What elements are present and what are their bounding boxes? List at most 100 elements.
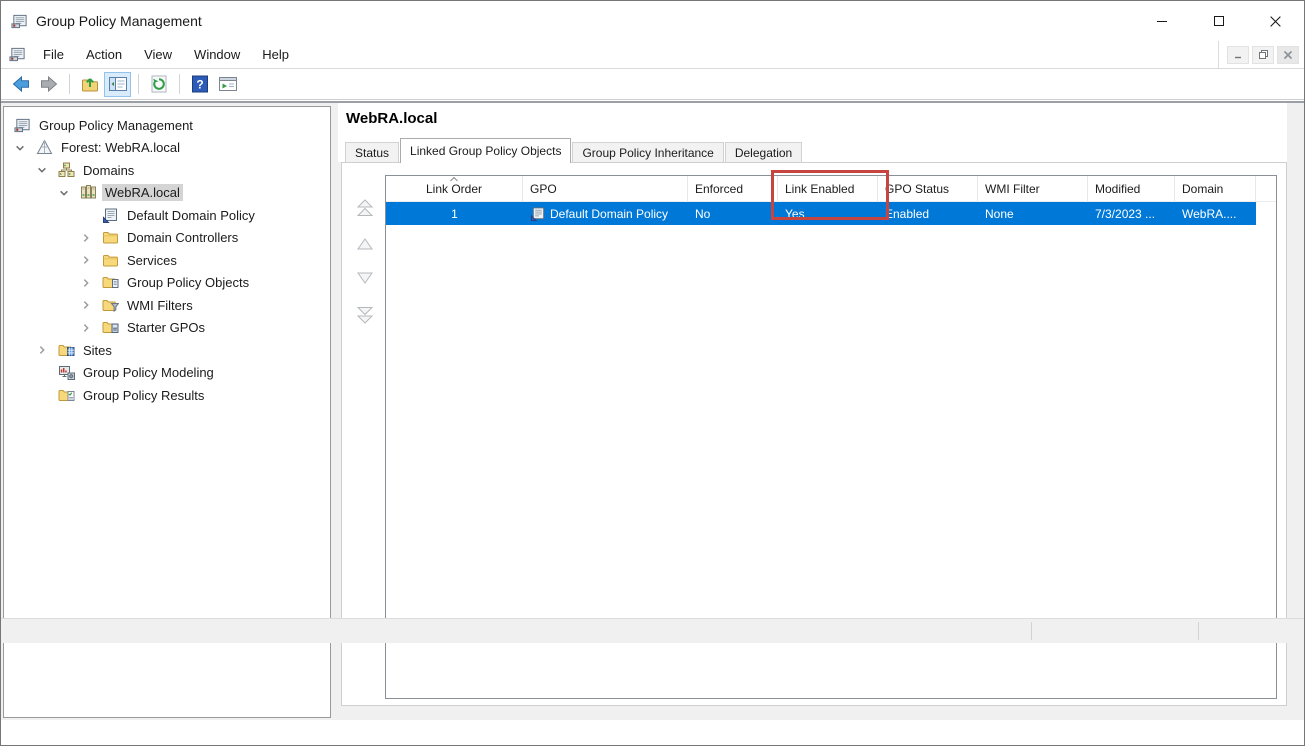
gpmc-icon <box>11 13 28 30</box>
move-up-button[interactable] <box>351 232 379 256</box>
tree-item-domains[interactable]: Domains <box>4 159 330 182</box>
chevron-expanded-icon[interactable] <box>58 187 80 199</box>
tab-group-policy-inheritance[interactable]: Group Policy Inheritance <box>572 142 723 162</box>
toolbar-separator <box>179 74 180 94</box>
move-up-icon <box>354 237 376 251</box>
child-window-controls <box>1218 41 1304 68</box>
tree-item-group-policy-modeling[interactable]: Group Policy Modeling <box>4 362 330 385</box>
column-header-modified[interactable]: Modified <box>1088 176 1175 201</box>
move-to-top-icon <box>354 199 376 219</box>
tab-label: Delegation <box>735 146 792 160</box>
tree-item-group-policy-management[interactable]: Group Policy Management <box>4 114 330 137</box>
tree-item-default-domain-policy[interactable]: Default Domain Policy <box>4 204 330 227</box>
folder-filter-icon <box>102 297 119 314</box>
move-down-button[interactable] <box>351 266 379 290</box>
gpmc-icon <box>14 117 31 134</box>
statusbar-divider <box>1031 622 1032 640</box>
column-header-enforced[interactable]: Enforced <box>688 176 778 201</box>
chevron-collapsed-icon[interactable] <box>80 299 102 311</box>
tree-item-label: Starter GPOs <box>124 319 208 336</box>
refresh-icon <box>149 74 169 94</box>
column-header-label: GPO <box>530 182 557 196</box>
tree-item-sites[interactable]: Sites <box>4 339 330 362</box>
tab-linked-group-policy-objects[interactable]: Linked Group Policy Objects <box>400 138 571 163</box>
chevron-collapsed-icon[interactable] <box>80 277 102 289</box>
menu-window[interactable]: Window <box>183 42 251 67</box>
tree-item-group-policy-results[interactable]: Group Policy Results <box>4 384 330 407</box>
gpo-icon <box>102 207 119 224</box>
tab-label: Group Policy Inheritance <box>582 146 713 160</box>
menu-file[interactable]: File <box>32 42 75 67</box>
tree-item-webra-local[interactable]: WebRA.local <box>4 182 330 205</box>
toolbar-separator <box>138 74 139 94</box>
gpo-icon <box>530 206 546 222</box>
chevron-expanded-icon[interactable] <box>36 164 58 176</box>
help-button[interactable]: ? <box>186 72 213 97</box>
chevron-expanded-icon[interactable] <box>14 142 36 154</box>
tree-item-label: Default Domain Policy <box>124 207 258 224</box>
back-button[interactable] <box>7 72 34 97</box>
maximize-button[interactable] <box>1190 1 1247 41</box>
toolbar-separator <box>69 74 70 94</box>
new-window-button[interactable] <box>214 72 241 97</box>
tree-item-forest-webra-local[interactable]: Forest: WebRA.local <box>4 137 330 160</box>
pane-title: WebRA.local <box>346 110 437 127</box>
cell-value: Enabled <box>885 207 929 221</box>
cell-value: WebRA.... <box>1182 207 1236 221</box>
cell-value: No <box>695 207 710 221</box>
move-to-bottom-button[interactable] <box>351 302 379 326</box>
move-down-icon <box>354 271 376 285</box>
link-order-buttons <box>351 197 381 326</box>
forward-button[interactable] <box>35 72 62 97</box>
column-header-domain[interactable]: Domain <box>1175 176 1256 201</box>
refresh-button[interactable] <box>145 72 172 97</box>
close-button[interactable] <box>1247 1 1304 41</box>
tab-status[interactable]: Status <box>345 142 399 162</box>
menu-help[interactable]: Help <box>251 42 300 67</box>
minimize-button[interactable] <box>1133 1 1190 41</box>
column-header-label: WMI Filter <box>985 182 1040 196</box>
modeling-icon <box>58 364 75 381</box>
column-header-link-order[interactable]: Link Order <box>386 176 523 201</box>
cell-enforced: No <box>688 202 778 225</box>
show-console-tree-button[interactable] <box>104 72 131 97</box>
cell-gpo: Default Domain Policy <box>523 202 688 225</box>
child-minimize-button[interactable] <box>1227 46 1249 64</box>
tree-item-label: Sites <box>80 342 115 359</box>
child-close-button[interactable] <box>1277 46 1299 64</box>
move-to-top-button[interactable] <box>351 197 379 221</box>
column-header-wmi-filter[interactable]: WMI Filter <box>978 176 1088 201</box>
tab-bar: StatusLinked Group Policy Objects Group P… <box>345 138 803 162</box>
forward-icon <box>39 74 59 94</box>
cell-value: 7/3/2023 ... <box>1095 207 1155 221</box>
column-header-label: Link Order <box>426 182 482 196</box>
cell-value: Default Domain Policy <box>550 207 668 221</box>
tab-delegation[interactable]: Delegation <box>725 142 802 162</box>
tree-item-wmi-filters[interactable]: WMI Filters <box>4 294 330 317</box>
gpmc-icon <box>9 46 26 63</box>
child-restore-button[interactable] <box>1252 46 1274 64</box>
up-one-level-button[interactable] <box>76 72 103 97</box>
chevron-collapsed-icon[interactable] <box>80 232 102 244</box>
menubar: FileActionViewWindowHelp <box>1 41 1304 69</box>
sites-icon <box>58 342 75 359</box>
tree-item-services[interactable]: Services <box>4 249 330 272</box>
sort-ascending-icon <box>450 176 459 182</box>
chevron-collapsed-icon[interactable] <box>80 254 102 266</box>
tree-item-group-policy-objects[interactable]: Group Policy Objects <box>4 272 330 295</box>
column-header-label: Domain <box>1182 182 1223 196</box>
menu-action[interactable]: Action <box>75 42 133 67</box>
tree-item-label: Domain Controllers <box>124 229 241 246</box>
chevron-collapsed-icon[interactable] <box>36 344 58 356</box>
back-icon <box>11 74 31 94</box>
tree-item-starter-gpos[interactable]: Starter GPOs <box>4 317 330 340</box>
column-header-gpo[interactable]: GPO <box>523 176 688 201</box>
tree-item-label: Group Policy Results <box>80 387 207 404</box>
titlebar: Group Policy Management <box>1 1 1304 41</box>
tree-item-domain-controllers[interactable]: Domain Controllers <box>4 227 330 250</box>
menu-view[interactable]: View <box>133 42 183 67</box>
chevron-collapsed-icon[interactable] <box>80 322 102 334</box>
column-header-label: GPO Status <box>885 182 949 196</box>
move-to-bottom-icon <box>354 304 376 324</box>
column-header-gpo-status[interactable]: GPO Status <box>878 176 978 201</box>
